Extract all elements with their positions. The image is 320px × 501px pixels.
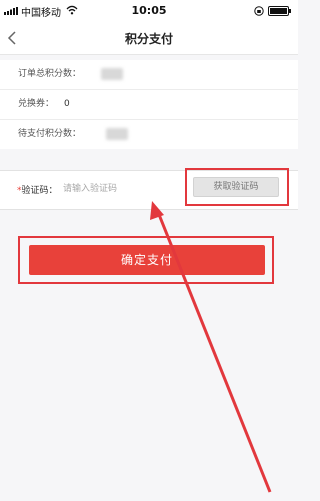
page-title: 积分支付 [124,32,173,46]
status-bar: 中国移动 10:05 [0,0,298,22]
rotation-lock-icon [254,6,264,16]
verification-label: *验证码： [17,183,58,196]
info-value: 0 [64,99,70,109]
nav-bar: 积分支付 [0,22,298,55]
verification-code-input[interactable] [63,181,173,197]
info-row-voucher: 兑换券： 0 [0,90,298,120]
info-label: 待支付积分数： [18,129,82,139]
battery-icon [268,6,291,16]
confirm-pay-button[interactable]: 确定支付 [29,245,265,275]
redacted-value [106,128,128,140]
info-row-order-total: 订单总积分数： [0,60,298,90]
order-info-list: 订单总积分数： 兑换券： 0 待支付积分数： [0,60,298,149]
info-label: 兑换券： [18,99,55,109]
info-label: 订单总积分数： [18,69,82,79]
info-row-pending: 待支付积分数： [0,120,298,149]
redacted-value [101,68,123,80]
get-code-button[interactable]: 获取验证码 [193,177,279,197]
verification-label-text: 验证码： [21,186,58,196]
